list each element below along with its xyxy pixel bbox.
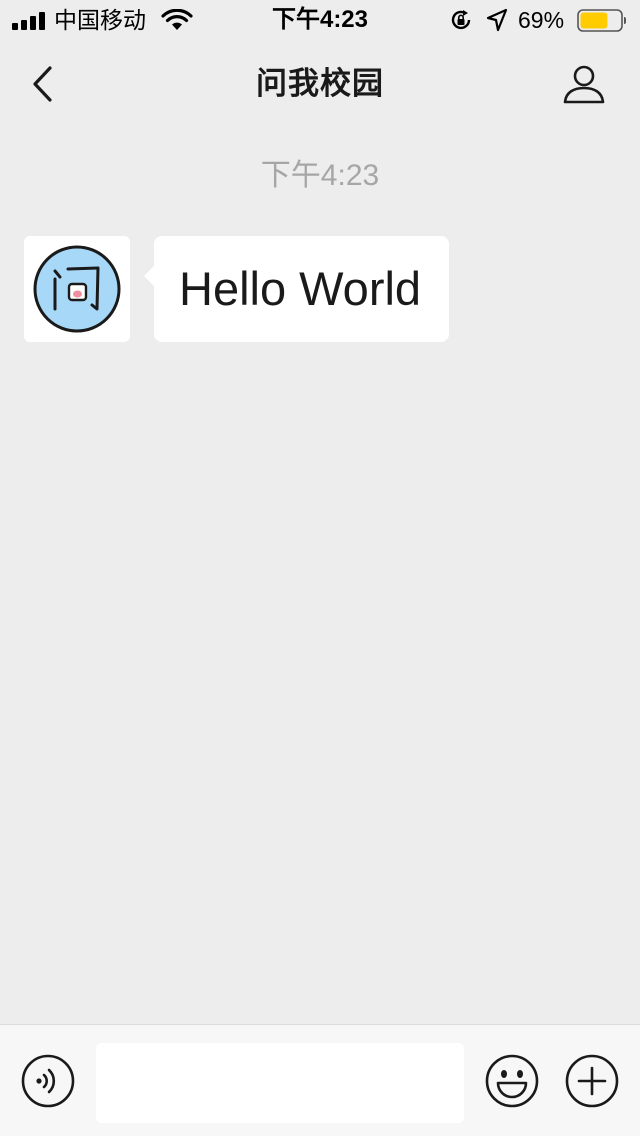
voice-icon[interactable] <box>20 1053 76 1109</box>
battery-percent: 69% <box>518 7 565 33</box>
location-arrow-icon <box>486 8 508 32</box>
message-input[interactable] <box>96 1043 464 1123</box>
rotation-lock-icon <box>451 10 471 30</box>
avatar-logo-icon <box>33 245 121 333</box>
message-bubble[interactable]: Hello World <box>143 236 450 342</box>
chat-info-button[interactable] <box>560 60 608 108</box>
page-title: 问我校园 <box>256 66 384 101</box>
chat-screen: 中国移动 下午4:23 69% 问我校园 下午4:23 Hello World <box>0 0 640 1136</box>
nav-bar: 问我校园 <box>0 40 640 128</box>
input-bar <box>0 1024 640 1136</box>
message-timestamp: 下午4:23 <box>260 159 380 192</box>
message-text: Hello World <box>179 262 422 315</box>
plus-circle-icon[interactable] <box>564 1053 620 1109</box>
emoji-icon[interactable] <box>484 1053 540 1109</box>
chat-area[interactable]: 下午4:23 Hello World <box>0 128 640 1024</box>
person-icon <box>563 65 605 104</box>
status-bar: 中国移动 下午4:23 69% <box>0 0 640 40</box>
avatar[interactable] <box>24 236 130 342</box>
battery-icon <box>577 9 626 32</box>
